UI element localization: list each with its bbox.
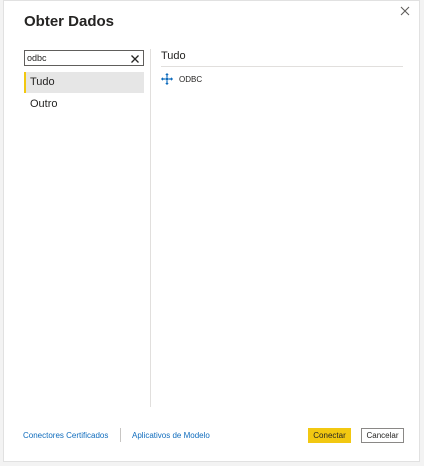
clear-search-button[interactable] [129,52,141,64]
connector-label: ODBC [179,74,203,84]
section-title: Tudo [161,50,186,62]
close-icon [400,6,410,16]
section-divider [161,66,403,67]
clear-icon [131,55,139,63]
nav-item-tudo[interactable]: Tudo [24,72,144,93]
dialog-title: Obter Dados [24,13,115,30]
connector-item-odbc[interactable]: ODBC [161,71,281,87]
close-button[interactable] [397,3,413,19]
template-apps-link[interactable]: Aplicativos de Modelo [132,431,210,440]
nav-item-label: Outro [30,98,58,110]
search-input[interactable] [27,51,127,65]
nav-item-label: Tudo [30,76,55,88]
odbc-connector-icon [161,73,173,85]
search-box [24,50,144,66]
certified-connectors-link[interactable]: Conectores Certificados [23,431,108,440]
get-data-dialog: Obter Dados Tudo Outro Tudo ODBC Cone [3,0,420,462]
connect-button[interactable]: Conectar [308,428,351,443]
cancel-button[interactable]: Cancelar [361,428,404,443]
footer-separator [120,428,121,442]
nav-item-outro[interactable]: Outro [24,94,144,115]
vertical-divider [150,49,151,407]
category-nav: Tudo Outro [24,72,144,116]
